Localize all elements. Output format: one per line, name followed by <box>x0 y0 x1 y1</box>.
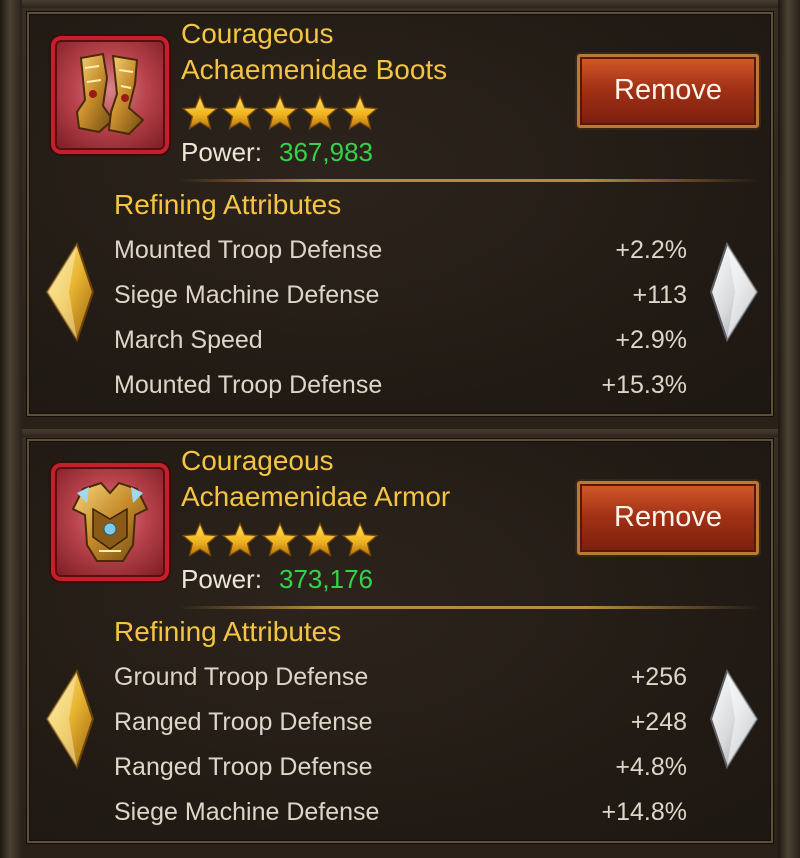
attribute-value: +2.2% <box>615 236 687 264</box>
item-title: Courageous Achaemenidae Armor <box>181 443 450 515</box>
star-rating <box>181 94 381 134</box>
attribute-name: Ground Troop Defense <box>114 663 369 691</box>
attribute-value: +248 <box>630 708 687 736</box>
remove-button[interactable]: Remove <box>577 481 759 555</box>
star-icon <box>181 521 219 557</box>
power-label: Power: <box>181 137 262 167</box>
frame-top-band <box>0 0 800 8</box>
star-icon <box>341 94 379 130</box>
star-icon <box>221 94 259 130</box>
attribute-value: +15.3% <box>601 371 688 399</box>
star-rating <box>181 521 381 561</box>
star-icon <box>341 521 379 557</box>
divider <box>179 179 759 182</box>
star-icon <box>301 521 339 557</box>
gold-diamond-left-arrow-icon[interactable] <box>43 242 99 342</box>
attribute-value: +2.9% <box>615 326 687 354</box>
attribute-value: +256 <box>630 663 687 691</box>
remove-button[interactable]: Remove <box>577 54 759 128</box>
gold-diamond-left-arrow-icon[interactable] <box>43 669 99 769</box>
armor-icon <box>71 481 149 562</box>
power-label: Power: <box>181 564 262 594</box>
item-card-frame: Courageous Achaemenidae Boots Power: 367… <box>0 0 800 429</box>
frame-top-band <box>0 429 800 437</box>
item-title-line1: Courageous <box>181 18 334 49</box>
attribute-value: +113 <box>632 281 687 309</box>
attribute-name: Siege Machine Defense <box>114 798 380 826</box>
item-card: Courageous Achaemenidae Armor Power: 373… <box>27 439 773 843</box>
star-icon <box>261 521 299 557</box>
divider <box>179 606 759 609</box>
frame-pillar-right <box>778 0 800 429</box>
attribute-value: +4.8% <box>615 753 687 781</box>
item-title: Courageous Achaemenidae Boots <box>181 16 447 88</box>
equipment-slot[interactable] <box>51 463 169 581</box>
attribute-name: Ranged Troop Defense <box>114 708 373 736</box>
item-card-frame: Courageous Achaemenidae Armor Power: 373… <box>0 429 800 858</box>
attribute-name: Ranged Troop Defense <box>114 753 373 781</box>
attribute-name: March Speed <box>114 326 263 354</box>
frame-pillar-left <box>0 429 22 858</box>
silver-diamond-right-arrow-icon[interactable] <box>705 242 761 342</box>
item-card: Courageous Achaemenidae Boots Power: 367… <box>27 12 773 416</box>
item-title-line2: Achaemenidae Boots <box>181 54 448 85</box>
section-title: Refining Attributes <box>114 616 342 647</box>
boots-icon <box>75 52 145 136</box>
attribute-value: +14.8% <box>601 798 688 826</box>
star-icon <box>181 94 219 130</box>
attribute-name: Siege Machine Defense <box>114 281 380 309</box>
section-title: Refining Attributes <box>114 189 342 220</box>
attribute-name: Mounted Troop Defense <box>114 236 383 264</box>
star-icon <box>301 94 339 130</box>
power-value: 367,983 <box>279 137 373 167</box>
frame-pillar-left <box>0 0 22 429</box>
star-icon <box>261 94 299 130</box>
item-title-line1: Courageous <box>181 445 334 476</box>
silver-diamond-right-arrow-icon[interactable] <box>705 669 761 769</box>
equipment-slot[interactable] <box>51 36 169 154</box>
power-value: 373,176 <box>279 564 373 594</box>
item-title-line2: Achaemenidae Armor <box>181 481 451 512</box>
frame-pillar-right <box>778 429 800 858</box>
attribute-name: Mounted Troop Defense <box>114 371 383 399</box>
star-icon <box>221 521 259 557</box>
